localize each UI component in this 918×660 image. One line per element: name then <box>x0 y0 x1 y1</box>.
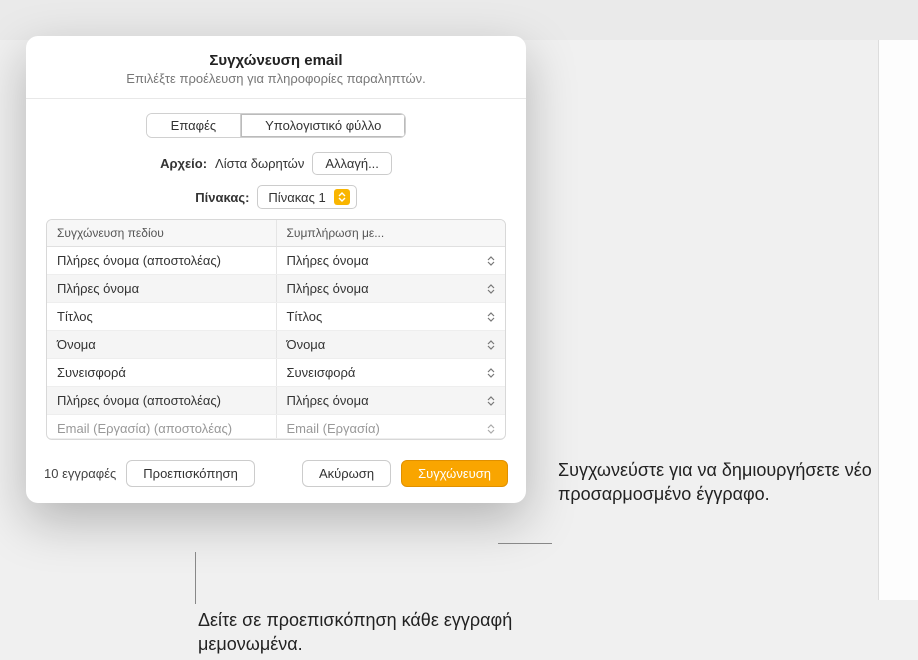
dialog-header: Συγχώνευση email Επιλέξτε προέλευση για … <box>26 36 526 99</box>
chevron-updown-icon <box>487 396 495 406</box>
dialog-subtitle: Επιλέξτε προέλευση για πληροφορίες παραλ… <box>46 71 506 86</box>
table-row: Συνεισφορά Συνεισφορά <box>47 359 505 387</box>
fill-cell[interactable]: Πλήρες όνομα <box>277 275 506 302</box>
field-cell: Πλήρες όνομα (αποστολέας) <box>47 387 277 414</box>
table-row: Πλήρες όνομα Πλήρες όνομα <box>47 275 505 303</box>
dialog-body: Επαφές Υπολογιστικό φύλλο Αρχείο: Λίστα … <box>26 99 526 450</box>
mail-merge-dialog: Συγχώνευση email Επιλέξτε προέλευση για … <box>26 36 526 503</box>
table-row: Πλήρες όνομα (αποστολέας) Πλήρες όνομα <box>47 247 505 275</box>
source-segmented-control: Επαφές Υπολογιστικό φύλλο <box>46 113 506 138</box>
chevron-updown-icon <box>487 340 495 350</box>
records-count: 10 εγγραφές <box>44 466 116 481</box>
field-cell: Τίτλος <box>47 303 277 330</box>
fill-cell[interactable]: Όνομα <box>277 331 506 358</box>
fill-cell[interactable]: Τίτλος <box>277 303 506 330</box>
table-row: Πίνακας: Πίνακας 1 <box>46 185 506 209</box>
fill-cell[interactable]: Πλήρες όνομα <box>277 387 506 414</box>
merge-button[interactable]: Συγχώνευση <box>401 460 508 487</box>
table-row: Πλήρες όνομα (αποστολέας) Πλήρες όνομα <box>47 387 505 415</box>
callout-preview: Δείτε σε προεπισκόπηση κάθε εγγραφή μεμο… <box>198 608 548 657</box>
chevron-updown-icon <box>487 368 495 378</box>
dialog-footer: 10 εγγραφές Προεπισκόπηση Ακύρωση Συγχών… <box>26 450 526 503</box>
fill-cell[interactable]: Συνεισφορά <box>277 359 506 386</box>
table-row: Όνομα Όνομα <box>47 331 505 359</box>
header-fill-with: Συμπλήρωση με... <box>277 220 506 246</box>
file-label: Αρχείο: <box>160 156 207 171</box>
tab-spreadsheet[interactable]: Υπολογιστικό φύλλο <box>240 114 405 137</box>
field-cell: Συνεισφορά <box>47 359 277 386</box>
file-row: Αρχείο: Λίστα δωρητών Αλλαγή... <box>46 152 506 175</box>
file-value: Λίστα δωρητών <box>215 156 304 171</box>
change-file-button[interactable]: Αλλαγή... <box>312 152 392 175</box>
field-mapping-table: Συγχώνευση πεδίου Συμπλήρωση με... Πλήρε… <box>46 219 506 440</box>
table-rows: Πλήρες όνομα (αποστολέας) Πλήρες όνομα Π… <box>47 247 505 439</box>
field-cell: Όνομα <box>47 331 277 358</box>
inspector-sidebar-fragment <box>878 40 918 600</box>
chevron-updown-icon <box>334 189 350 205</box>
table-row: Τίτλος Τίτλος <box>47 303 505 331</box>
fill-cell[interactable]: Email (Εργασία) <box>277 415 506 438</box>
chevron-updown-icon <box>487 424 495 434</box>
chevron-updown-icon <box>487 312 495 322</box>
field-cell: Πλήρες όνομα <box>47 275 277 302</box>
table-label: Πίνακας: <box>195 190 249 205</box>
callout-leader-line <box>498 543 552 544</box>
background-title-bar <box>0 0 918 40</box>
table-header: Συγχώνευση πεδίου Συμπλήρωση με... <box>47 220 505 247</box>
dialog-title: Συγχώνευση email <box>46 52 506 69</box>
callout-leader-line <box>195 552 196 604</box>
chevron-updown-icon <box>487 256 495 266</box>
chevron-updown-icon <box>487 284 495 294</box>
preview-button[interactable]: Προεπισκόπηση <box>126 460 255 487</box>
table-select[interactable]: Πίνακας 1 <box>257 185 356 209</box>
field-cell: Email (Εργασία) (αποστολέας) <box>47 415 277 438</box>
fill-cell[interactable]: Πλήρες όνομα <box>277 247 506 274</box>
cancel-button[interactable]: Ακύρωση <box>302 460 391 487</box>
table-select-value: Πίνακας 1 <box>268 190 325 205</box>
header-merge-field: Συγχώνευση πεδίου <box>47 220 277 246</box>
table-row: Email (Εργασία) (αποστολέας) Email (Εργα… <box>47 415 505 439</box>
tab-contacts[interactable]: Επαφές <box>147 114 240 137</box>
field-cell: Πλήρες όνομα (αποστολέας) <box>47 247 277 274</box>
callout-merge: Συγχωνεύστε για να δημιουργήσετε νέο προ… <box>558 458 898 507</box>
